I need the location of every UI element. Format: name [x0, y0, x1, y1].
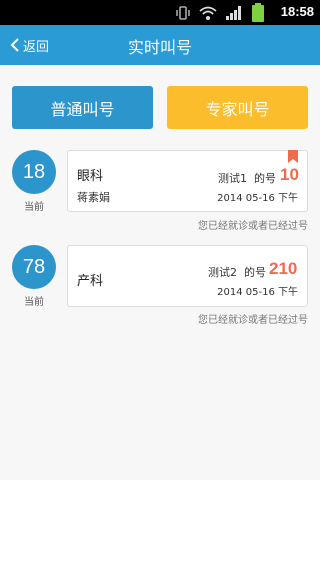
battery-icon	[252, 3, 264, 22]
status-bar: 18:58	[0, 0, 320, 25]
vibrate-icon	[176, 6, 190, 20]
department-name: 眼科	[77, 169, 104, 184]
signal-icon	[226, 6, 241, 20]
wifi-icon	[199, 6, 217, 20]
nav-bar: 返回 实时叫号	[0, 25, 320, 65]
ticket-date: 2014 05-16 下午	[217, 287, 298, 298]
status-time: 18:58	[280, 4, 314, 19]
current-number-badge: 78	[12, 245, 56, 289]
queue-card[interactable]: 眼科 蒋素娟 测试1 的号 10 2014 05-16 下午	[67, 150, 308, 212]
normal-call-button[interactable]: 普通叫号	[12, 86, 153, 129]
number-prefix: 的号	[244, 266, 266, 279]
patient-name: 测试2	[208, 266, 237, 279]
number-prefix: 的号	[254, 172, 276, 185]
doctor-name: 蒋素娟	[77, 191, 110, 204]
queue-card[interactable]: 产科 测试2 的号 210 2014 05-16 下午	[67, 245, 308, 307]
main-content: 普通叫号 专家叫号 18 当前 眼科 蒋素娟 测试1 的号 10 2014 05…	[0, 65, 320, 480]
bookmark-icon	[288, 150, 298, 163]
current-label: 当前	[24, 297, 44, 308]
ticket-number: 210	[269, 259, 298, 278]
patient-name: 测试1	[218, 172, 247, 185]
current-number-badge: 18	[12, 150, 56, 194]
status-note: 您已经就诊或者已经过号	[198, 221, 308, 232]
department-name: 产科	[77, 274, 104, 289]
ticket-number: 10	[280, 165, 299, 184]
page-title: 实时叫号	[127, 38, 192, 57]
expert-call-button[interactable]: 专家叫号	[167, 86, 308, 129]
current-label: 当前	[24, 202, 44, 213]
ticket-date: 2014 05-16 下午	[217, 193, 298, 204]
status-note: 您已经就诊或者已经过号	[198, 315, 308, 326]
